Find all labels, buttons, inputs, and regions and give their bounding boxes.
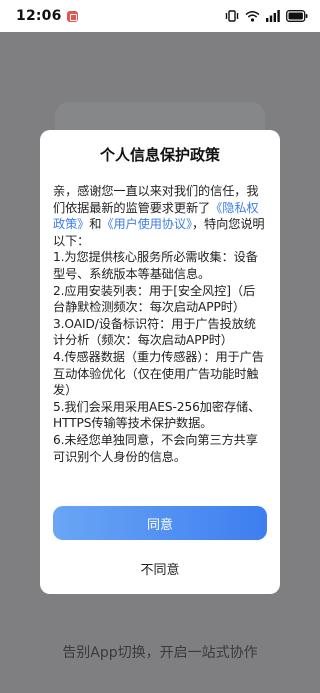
policy-item: 2.应用安装列表：用于[安全风控]（后台静默检测频次：每次启动APP时）	[53, 283, 256, 315]
policy-item: 1.为您提供核心服务所必需收集：设备型号、系统版本等基础信息。	[53, 250, 258, 281]
agree-button[interactable]: 同意	[53, 506, 267, 540]
policy-item: 5.我们会采用采用AES-256加密存储、HTTPS传输等技术保护数据。	[53, 399, 261, 431]
cellular-signal-icon	[266, 10, 280, 22]
dialog-body: 亲，感谢您一直以来对我们的信任，我们依据最新的监管要求更新了《隐私权政策》和《用…	[53, 183, 267, 465]
and-text: 和	[89, 217, 102, 232]
policy-item: 4.传感器数据（重力传感器）：用于广告互动体验优化（仅在使用广告功能时触发）	[53, 349, 264, 398]
privacy-policy-dialog: 个人信息保护政策 亲，感谢您一直以来对我们的信任，我们依据最新的监管要求更新了《…	[40, 130, 280, 594]
background-tagline: 告别App切换，开启一站式协作	[62, 645, 258, 661]
dialog-title: 个人信息保护政策	[99, 146, 220, 164]
status-time: 12:06	[16, 8, 62, 24]
battery-icon	[286, 10, 308, 22]
status-bar: 12:06	[0, 0, 320, 32]
vibrate-icon	[225, 10, 239, 22]
dialog-intro: 亲，感谢您一直以来对我们的信任，我们依据最新的监管要求更新了《隐私权政策》和《用…	[53, 183, 267, 249]
policy-item: 3.OAID/设备标识符：用于广告投放统计分析（频次：每次启动APP时）	[53, 316, 256, 348]
disagree-button[interactable]: 不同意	[53, 556, 267, 580]
status-icons	[225, 10, 308, 22]
user-agreement-link[interactable]: 《用户使用协议》	[101, 217, 192, 231]
notification-app-icon	[66, 10, 78, 22]
policy-item: 6.未经您单独同意，不会向第三方共享可识别个人身份的信息。	[53, 432, 258, 464]
wifi-icon	[245, 11, 260, 22]
